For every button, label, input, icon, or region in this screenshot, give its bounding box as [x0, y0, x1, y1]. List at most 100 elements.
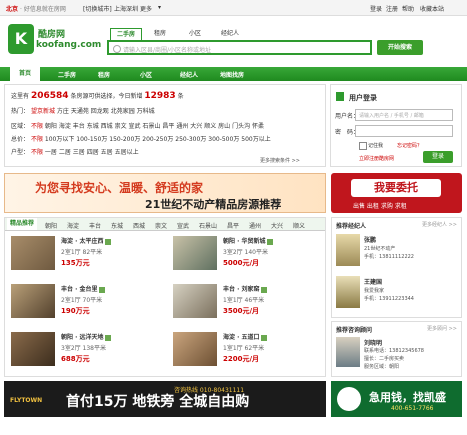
- district-option[interactable]: 门头沟: [232, 123, 250, 130]
- room-option[interactable]: 三居: [73, 149, 85, 156]
- listing-tab[interactable]: 大兴: [271, 221, 283, 230]
- listing-title[interactable]: 丰台 · 刘家窑: [223, 286, 259, 293]
- search-tab-rent[interactable]: 租房: [145, 28, 175, 39]
- consultant-name[interactable]: 刘晓明: [364, 338, 382, 347]
- listing-tab[interactable]: 东城: [111, 221, 123, 230]
- district-option[interactable]: 海淀: [59, 123, 71, 130]
- login-button[interactable]: 登录: [423, 151, 453, 163]
- switch-city-link[interactable]: [切换城市]: [83, 4, 112, 13]
- hot-item[interactable]: 北苑家园: [111, 108, 135, 115]
- listing-tab[interactable]: 丰台: [89, 221, 101, 230]
- more-cities-link[interactable]: 更多: [140, 4, 152, 13]
- search-button[interactable]: 开始搜索: [377, 40, 423, 55]
- listing-tab[interactable]: 宣武: [177, 221, 189, 230]
- city-link-shenzhen[interactable]: 深圳: [126, 4, 138, 13]
- room-option[interactable]: 五居以上: [115, 149, 139, 156]
- district-option[interactable]: 大兴: [190, 123, 202, 130]
- district-option[interactable]: 崇文: [115, 123, 127, 130]
- listing-card[interactable]: 海淀 · 五道口 1室1厅 62平米 2200元/月: [173, 332, 323, 366]
- agent-card[interactable]: 张鹏 21世纪不动产 手机：13811112222: [336, 234, 458, 268]
- agent-card[interactable]: 王建国 我爱我家 手机：13911223344: [336, 276, 458, 310]
- login-link[interactable]: 登录: [370, 4, 382, 13]
- search-tab-community[interactable]: 小区: [180, 28, 210, 39]
- price-option[interactable]: 200-250万: [142, 136, 173, 143]
- nav-secondhand[interactable]: 二手房: [58, 70, 76, 79]
- city-link-shanghai[interactable]: 上海: [114, 4, 126, 13]
- district-option[interactable]: 朝阳: [45, 123, 57, 130]
- agent-name[interactable]: 张鹏: [364, 235, 376, 244]
- district-option[interactable]: 西城: [101, 123, 113, 130]
- listing-photo[interactable]: [11, 332, 55, 366]
- listing-tab[interactable]: 崇文: [155, 221, 167, 230]
- room-option[interactable]: 二居: [59, 149, 71, 156]
- price-option[interactable]: 不限: [31, 136, 43, 143]
- avatar[interactable]: [336, 337, 360, 367]
- listing-title[interactable]: 朝阳 · 华贸新城: [223, 238, 265, 245]
- listing-photo[interactable]: [173, 236, 217, 270]
- listing-tab[interactable]: 海淀: [67, 221, 79, 230]
- listing-tab[interactable]: 昌平: [227, 221, 239, 230]
- avatar[interactable]: [336, 276, 360, 308]
- avatar[interactable]: [336, 234, 360, 266]
- district-option[interactable]: 不限: [31, 123, 43, 130]
- nav-map[interactable]: 地图找房: [220, 70, 244, 79]
- room-option[interactable]: 一居: [45, 149, 57, 156]
- price-option[interactable]: 250-300万: [175, 136, 206, 143]
- hot-item[interactable]: 回龙观: [91, 108, 109, 115]
- hot-item[interactable]: 望京新城: [31, 108, 55, 115]
- register-link[interactable]: 注册: [386, 4, 398, 13]
- district-option[interactable]: 怀柔: [252, 123, 264, 130]
- register-link[interactable]: 立即注册酷房网: [359, 155, 394, 162]
- price-option[interactable]: 100万以下: [45, 136, 74, 143]
- district-option[interactable]: 宣武: [129, 123, 141, 130]
- listing-card[interactable]: 海淀 · 太平庄西 2室1厅 82平米 135万元: [11, 236, 161, 270]
- price-option[interactable]: 100-150万: [76, 136, 107, 143]
- nav-home[interactable]: 首页: [10, 67, 40, 81]
- hot-item[interactable]: 天通苑: [71, 108, 89, 115]
- listing-tab[interactable]: 通州: [249, 221, 261, 230]
- agents-more-link[interactable]: 更多经纪人 >>: [422, 221, 457, 228]
- remember-checkbox[interactable]: [359, 142, 367, 150]
- listing-photo[interactable]: [11, 236, 55, 270]
- password-field[interactable]: [355, 125, 453, 137]
- hot-item[interactable]: 万科城: [137, 108, 155, 115]
- nav-rent[interactable]: 租房: [98, 70, 110, 79]
- forgot-password-link[interactable]: 忘记密码？: [397, 142, 422, 149]
- hot-item[interactable]: 方庄: [57, 108, 69, 115]
- loan-ad-banner[interactable]: 急用钱，找凯盛 400-651-7766: [331, 381, 462, 417]
- listing-card[interactable]: 丰台 · 刘家窑 1室1厅 46平米 3500元/月: [173, 284, 323, 318]
- listing-card[interactable]: 丰台 · 金台里 2室1厅 70平米 190万元: [11, 284, 161, 318]
- search-input[interactable]: 请输入区县/商圈/小区名称或地址: [107, 40, 372, 55]
- district-option[interactable]: 房山: [218, 123, 230, 130]
- listing-tab[interactable]: 朝阳: [45, 221, 57, 230]
- room-option[interactable]: 不限: [31, 149, 43, 156]
- search-tab-agent[interactable]: 经纪人: [215, 28, 245, 39]
- listing-title[interactable]: 海淀 · 五道口: [223, 334, 259, 341]
- room-option[interactable]: 五居: [101, 149, 113, 156]
- price-option[interactable]: 150-200万: [109, 136, 140, 143]
- site-logo[interactable]: K 酷房网 koofang.com: [8, 20, 101, 62]
- entrust-banner[interactable]: 我要委托 出售 出租 求购 求租: [331, 173, 462, 213]
- search-tab-secondhand[interactable]: 二手房: [110, 28, 142, 40]
- listing-photo[interactable]: [11, 284, 55, 318]
- listing-tab[interactable]: 顺义: [293, 221, 305, 230]
- username-field[interactable]: 请输入用户名 / 手机号 / 邮箱: [355, 109, 453, 121]
- listing-title[interactable]: 丰台 · 金台里: [61, 286, 97, 293]
- listing-title[interactable]: 海淀 · 太平庄西: [61, 238, 103, 245]
- listing-photo[interactable]: [173, 284, 217, 318]
- nav-agent[interactable]: 经纪人: [180, 70, 198, 79]
- agent-name[interactable]: 王建国: [364, 277, 382, 286]
- listing-tab[interactable]: 精品推荐: [7, 218, 38, 230]
- promo-banner-21century[interactable]: 为您寻找安心、温暖、舒适的家 21世纪不动产精品房源推荐: [4, 173, 326, 213]
- listing-card[interactable]: 朝阳 · 华贸新城 3室2厅 140平米 5000元/月: [173, 236, 323, 270]
- district-option[interactable]: 昌平: [162, 123, 174, 130]
- entrust-button[interactable]: 我要委托: [351, 179, 441, 197]
- listing-tab[interactable]: 石景山: [199, 221, 217, 230]
- price-option[interactable]: 500万以上: [241, 136, 270, 143]
- listing-card[interactable]: 朝阳 · 远洋天地 3室2厅 138平米 688万元: [11, 332, 161, 366]
- nav-community[interactable]: 小区: [140, 70, 152, 79]
- district-option[interactable]: 丰台: [73, 123, 85, 130]
- flytown-ad-banner[interactable]: FLYTOWN 首付15万 地铁旁 全城自由购 咨询热线 010-8043111…: [4, 381, 326, 417]
- consultant-card[interactable]: 刘晓明 联系电话：13812345678 擅长：二手房买卖 服务区域：朝阳: [336, 337, 458, 371]
- room-option[interactable]: 四居: [87, 149, 99, 156]
